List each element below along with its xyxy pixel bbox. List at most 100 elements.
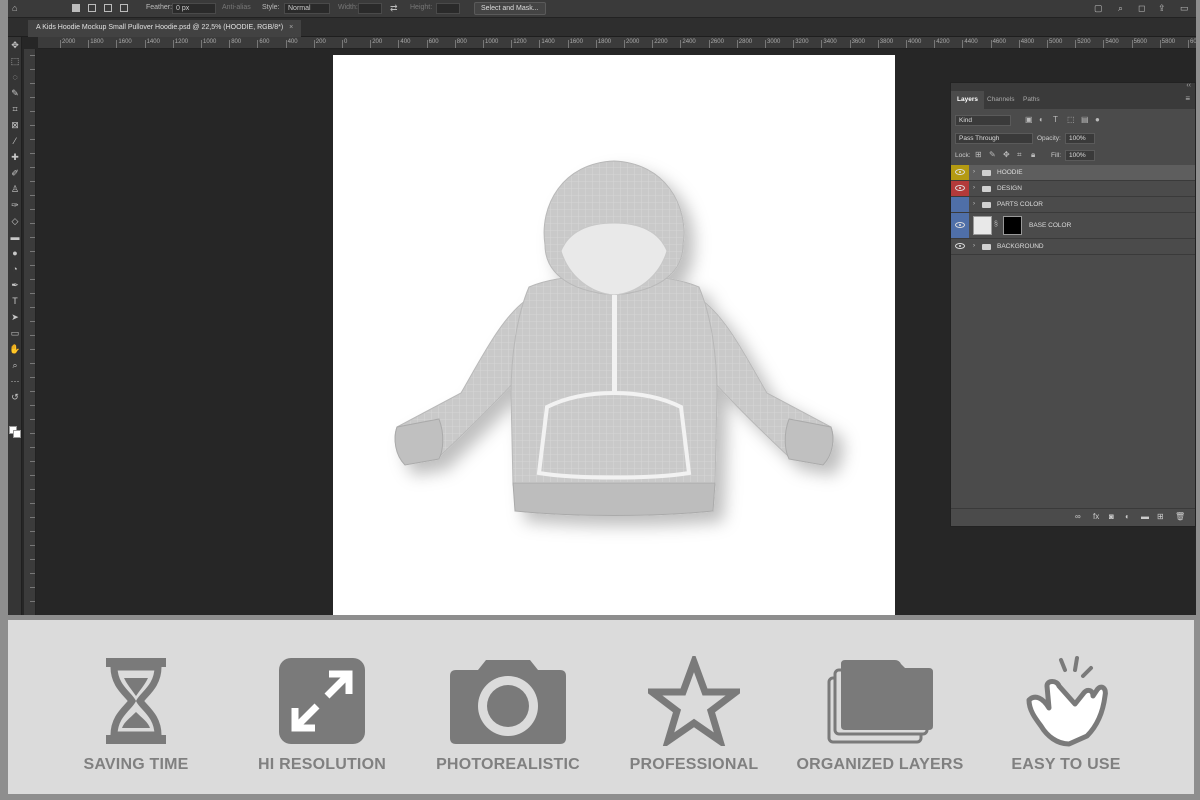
ruler-label: 6000 [1190,39,1196,45]
expand-chevron-icon[interactable]: › [973,243,975,249]
fill-input[interactable]: 100% [1065,150,1095,161]
layer-visibility-toggle[interactable] [951,213,969,238]
add-selection-icon[interactable] [88,4,96,12]
ruler-tick [30,251,35,252]
layer-row[interactable]: › DESIGN [951,181,1195,197]
ruler-tick [30,545,35,546]
lock-artboard-icon[interactable]: ⌗ [1017,150,1022,160]
opacity-input[interactable]: 100% [1065,133,1095,144]
frame-tool-icon[interactable]: ⊠ [8,117,22,133]
new-layer-icon[interactable]: ⊞ [1157,512,1164,521]
panel-footer: ∞ fx ◙ ◐ ▬ ⊞ 🗑︎ [951,508,1195,526]
height-input[interactable] [436,3,460,14]
lasso-tool-icon[interactable]: ◌ [8,69,22,85]
new-selection-icon[interactable] [72,4,80,12]
select-and-mask-button[interactable]: Select and Mask... [474,2,546,15]
lock-all-icon[interactable]: 🔒︎ [1031,150,1035,160]
blend-mode-select[interactable]: Pass Through [955,133,1033,144]
eyedropper-tool-icon[interactable]: ⁄ [8,133,22,149]
document-canvas[interactable] [333,55,895,615]
gradient-tool-icon[interactable]: ▬ [8,229,22,245]
quick-select-tool-icon[interactable]: ✎ [8,85,22,101]
smart-filter-icon[interactable]: ▤ [1081,115,1089,124]
type-tool-icon[interactable]: T [8,293,22,309]
hand-tool-icon[interactable]: ✋ [8,341,22,357]
shape-tool-icon[interactable]: ▭ [8,325,22,341]
add-mask-icon[interactable]: ◙ [1109,512,1114,521]
stamp-tool-icon[interactable]: ♙ [8,181,22,197]
tab-layers[interactable]: Layers [951,91,984,109]
mask-link-icon[interactable]: § [994,221,998,228]
document-tab[interactable]: A Kids Hoodie Mockup Small Pullover Hood… [28,20,302,37]
expand-chevron-icon[interactable]: › [973,201,975,207]
workspace-icon[interactable]: ▭ [1180,3,1189,14]
move-tool-icon[interactable]: ✥ [8,37,22,53]
layer-style-icon[interactable]: fx [1093,512,1099,521]
layer-visibility-toggle[interactable] [951,197,969,212]
width-input[interactable] [358,3,382,14]
feather-input[interactable]: 0 px [172,3,216,14]
eye-icon [955,243,965,249]
ruler-tick [906,40,907,48]
layer-row[interactable]: › BACKGROUND [951,239,1195,255]
expand-chevron-icon[interactable]: › [973,169,975,175]
ruler-label: 4000 [908,39,922,45]
layer-row[interactable]: § BASE COLOR [951,213,1195,239]
healing-tool-icon[interactable]: ✚ [8,149,22,165]
intersect-selection-icon[interactable] [120,4,128,12]
layer-row[interactable]: › HOODIE [951,165,1195,181]
swap-icon[interactable]: ⇄ [390,3,398,14]
dodge-tool-icon[interactable]: ◔ [8,261,22,277]
layer-visibility-toggle[interactable] [951,165,969,180]
ruler-tick [567,40,569,48]
panel-menu-icon[interactable]: ≡ [1185,94,1190,103]
antialias-checkbox[interactable]: Anti-alias [222,4,251,11]
background-color-swatch[interactable] [13,430,21,438]
eraser-tool-icon[interactable]: ◇ [8,213,22,229]
style-select[interactable]: Normal [284,3,330,14]
swap-colors-icon[interactable]: ↺ [8,389,22,405]
more-tools-icon[interactable]: ⋯ [8,373,22,389]
subtract-selection-icon[interactable] [104,4,112,12]
collapse-panel-icon[interactable]: ‹‹ [1186,82,1191,89]
crop-tool-icon[interactable]: ⌗ [8,101,22,117]
trash-icon[interactable]: 🗑︎ [1175,512,1185,521]
layer-name: DESIGN [997,185,1022,192]
layer-visibility-toggle[interactable] [951,181,969,196]
filter-toggle-icon[interactable]: ● [1095,115,1100,124]
layer-row[interactable]: › PARTS COLOR [951,197,1195,213]
layer-mask-thumbnail[interactable] [1003,216,1022,235]
type-filter-icon[interactable]: T [1053,115,1058,124]
shape-filter-icon[interactable]: ⬚ [1067,115,1075,124]
tab-channels[interactable]: Channels [981,91,1020,109]
adjustment-filter-icon[interactable]: ◐ [1039,115,1044,124]
home-icon[interactable]: ⌂ [12,3,17,13]
learn-icon[interactable]: ◻ [1138,3,1145,14]
close-tab-icon[interactable]: × [289,24,293,31]
zoom-tool-icon[interactable]: ⌕ [8,357,22,373]
layer-visibility-toggle[interactable] [951,239,969,254]
tab-paths[interactable]: Paths [1017,91,1046,109]
brush-tool-icon[interactable]: ✐ [8,165,22,181]
history-brush-icon[interactable]: ✑ [8,197,22,213]
frame-icon[interactable]: ▢ [1094,3,1103,14]
expand-chevron-icon[interactable]: › [973,185,975,191]
new-group-icon[interactable]: ▬ [1141,512,1149,521]
adjustment-layer-icon[interactable]: ◐ [1125,512,1130,521]
path-select-tool-icon[interactable]: ➤ [8,309,22,325]
marquee-tool-icon[interactable]: ⬚ [8,53,22,69]
link-layers-icon[interactable]: ∞ [1075,512,1081,521]
search-icon[interactable]: ⌕ [1118,3,1123,14]
ruler-tick [313,40,315,48]
kind-filter-select[interactable]: Kind [955,115,1011,126]
eye-icon [955,169,965,175]
blur-tool-icon[interactable]: ● [8,245,22,261]
lock-transparent-icon[interactable]: ⊞ [975,150,982,159]
lock-position-icon[interactable]: ✥ [1003,150,1010,159]
pixel-filter-icon[interactable]: ▣ [1025,115,1033,124]
share-icon[interactable]: ⇪ [1158,3,1166,14]
lock-image-icon[interactable]: ✎ [989,150,996,159]
ruler-tick [30,335,35,336]
pen-tool-icon[interactable]: ✒ [8,277,22,293]
layer-thumbnail [973,216,992,235]
